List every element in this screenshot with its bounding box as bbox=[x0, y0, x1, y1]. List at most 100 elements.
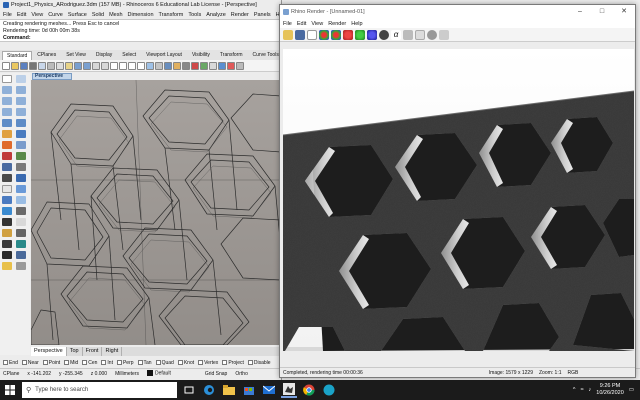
green-channel-icon[interactable] bbox=[355, 29, 365, 40]
chrome-icon[interactable] bbox=[301, 382, 317, 398]
grid-snap-toggle[interactable]: Grid Snap bbox=[205, 371, 228, 377]
circle-icon[interactable] bbox=[2, 97, 12, 105]
menu-view[interactable]: View bbox=[31, 12, 43, 18]
dimension-icon[interactable] bbox=[16, 218, 26, 226]
osnap-vertex[interactable]: Vertex bbox=[198, 360, 218, 366]
print-icon[interactable] bbox=[29, 61, 37, 70]
layers-icon[interactable] bbox=[218, 61, 226, 70]
store-icon[interactable] bbox=[241, 382, 257, 398]
viewport-tab-front[interactable]: Front bbox=[83, 347, 103, 356]
edge-browser-icon[interactable] bbox=[201, 382, 217, 398]
fillet-icon[interactable] bbox=[2, 163, 12, 171]
text-icon[interactable] bbox=[2, 229, 12, 237]
new-file-icon[interactable] bbox=[2, 61, 10, 70]
mail-icon[interactable] bbox=[261, 382, 277, 398]
tab-select[interactable]: Select bbox=[117, 50, 141, 60]
cplane-label[interactable]: CPlane bbox=[3, 371, 19, 377]
menu-file[interactable]: File bbox=[3, 12, 12, 18]
zoom-extents-icon[interactable] bbox=[128, 61, 136, 70]
point-icon[interactable] bbox=[16, 75, 26, 83]
tray-chevron-icon[interactable]: ^ bbox=[573, 387, 576, 393]
open-folder-icon[interactable] bbox=[11, 61, 19, 70]
menu-analyze[interactable]: Analyze bbox=[206, 12, 226, 18]
render-menu-file[interactable]: File bbox=[283, 21, 292, 27]
render-menu-edit[interactable]: Edit bbox=[297, 21, 306, 27]
menu-panels[interactable]: Panels bbox=[254, 12, 271, 18]
zoom-icon[interactable] bbox=[110, 61, 118, 70]
block-icon[interactable] bbox=[2, 240, 12, 248]
extrude-icon[interactable] bbox=[16, 119, 26, 127]
close-icon[interactable]: ✕ bbox=[613, 5, 635, 19]
menu-render[interactable]: Render bbox=[231, 12, 249, 18]
blue-channel-icon[interactable] bbox=[367, 29, 377, 40]
mesh-icon[interactable] bbox=[16, 141, 26, 149]
boolean-union-icon[interactable] bbox=[2, 141, 12, 149]
osnap-end[interactable]: End bbox=[3, 360, 18, 366]
pause-render-icon[interactable] bbox=[427, 29, 437, 40]
tab-viewport-layout[interactable]: Viewport Layout bbox=[141, 50, 187, 60]
viewport-tab-right[interactable]: Right bbox=[102, 347, 123, 356]
notification-icon[interactable]: ▭ bbox=[629, 387, 634, 393]
osnap-perp[interactable]: Perp bbox=[116, 360, 134, 366]
move-icon[interactable] bbox=[16, 185, 26, 193]
arc-icon[interactable] bbox=[16, 97, 26, 105]
rotate-view-icon[interactable] bbox=[101, 61, 109, 70]
taskbar-clock[interactable]: 9:26 PM 10/26/2020 bbox=[596, 383, 624, 397]
app-icon[interactable] bbox=[321, 382, 337, 398]
osnap-cen[interactable]: Cen bbox=[82, 360, 97, 366]
viewport-title[interactable]: Perspective bbox=[32, 73, 72, 80]
viewport-tab-perspective[interactable]: Perspective bbox=[31, 347, 67, 356]
color-adjust-icon[interactable] bbox=[331, 29, 341, 40]
menu-tools[interactable]: Tools bbox=[188, 12, 201, 18]
light-tool-icon[interactable] bbox=[2, 262, 12, 270]
osnap-mid[interactable]: Mid bbox=[64, 360, 78, 366]
analyze-icon[interactable] bbox=[16, 240, 26, 248]
minimize-icon[interactable]: – bbox=[569, 5, 591, 19]
save-icon[interactable] bbox=[20, 61, 28, 70]
rgb-channel-icon[interactable] bbox=[319, 29, 329, 40]
copy-object-icon[interactable] bbox=[2, 196, 12, 204]
camera-icon[interactable] bbox=[182, 61, 190, 70]
toolbar-more-icon[interactable] bbox=[236, 61, 244, 70]
join-icon[interactable] bbox=[16, 174, 26, 182]
menu-surface[interactable]: Surface bbox=[68, 12, 87, 18]
import-icon[interactable] bbox=[38, 61, 46, 70]
stop-render-icon[interactable] bbox=[439, 29, 449, 40]
wand-icon[interactable] bbox=[415, 29, 425, 40]
osnap-quad[interactable]: Quad bbox=[155, 360, 174, 366]
command-prompt[interactable]: Command: bbox=[3, 35, 278, 42]
tab-visibility[interactable]: Visibility bbox=[187, 50, 215, 60]
solid-box-icon[interactable] bbox=[2, 130, 12, 138]
open-image-icon[interactable] bbox=[283, 29, 293, 40]
surface-icon[interactable] bbox=[2, 119, 12, 127]
viewport-tab-top[interactable]: Top bbox=[67, 347, 83, 356]
split-icon[interactable] bbox=[2, 174, 12, 182]
volume-icon[interactable]: ♪ bbox=[589, 387, 592, 393]
polyline-icon[interactable] bbox=[2, 86, 12, 94]
render-icon[interactable] bbox=[191, 61, 199, 70]
menu-dimension[interactable]: Dimension bbox=[128, 12, 154, 18]
zoom-selected-icon[interactable] bbox=[137, 61, 145, 70]
scale-icon[interactable] bbox=[2, 207, 12, 215]
osnap-disable[interactable]: Disable bbox=[247, 360, 271, 366]
save-image-icon[interactable] bbox=[295, 29, 305, 40]
task-view-icon[interactable] bbox=[181, 382, 197, 398]
menu-mesh[interactable]: Mesh bbox=[109, 12, 122, 18]
compare-icon[interactable] bbox=[403, 29, 413, 40]
start-button[interactable] bbox=[0, 380, 20, 400]
options-icon[interactable] bbox=[209, 61, 217, 70]
offset-icon[interactable] bbox=[16, 152, 26, 160]
osnap-int[interactable]: Int bbox=[101, 360, 113, 366]
ortho-toggle[interactable]: Ortho bbox=[235, 371, 248, 377]
trim-icon[interactable] bbox=[16, 163, 26, 171]
perspective-viewport[interactable] bbox=[31, 80, 281, 345]
maximize-icon[interactable]: □ bbox=[591, 5, 613, 19]
rotate-icon[interactable] bbox=[16, 196, 26, 204]
lights-icon[interactable] bbox=[173, 61, 181, 70]
layer-indicator[interactable]: Default bbox=[146, 370, 171, 377]
rhino-taskbar-icon[interactable] bbox=[281, 382, 297, 398]
undo-icon[interactable] bbox=[74, 61, 82, 70]
explode-icon[interactable] bbox=[2, 185, 12, 193]
alpha-symbol-icon[interactable]: α bbox=[391, 29, 401, 40]
more-tools-icon[interactable] bbox=[16, 262, 26, 270]
